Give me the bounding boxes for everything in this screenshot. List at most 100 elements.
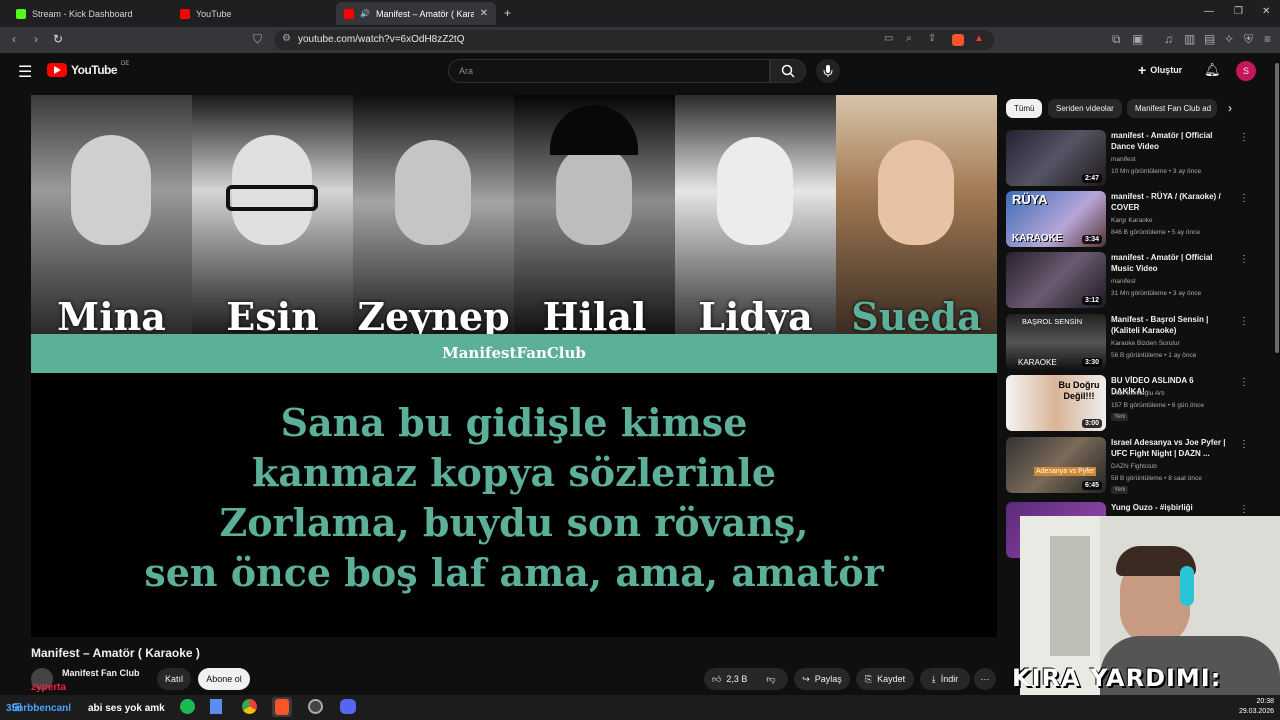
- search-input[interactable]: Ara: [448, 59, 770, 83]
- rec-title[interactable]: manifest - RÜYA / (Karaoke) / COVER: [1111, 191, 1229, 213]
- rec-stats: 31 Mn görüntüleme • 3 ay önce: [1111, 290, 1202, 297]
- bell-icon[interactable]: 🔔︎: [1204, 62, 1221, 78]
- rec-stats: 157 B görüntüleme • 6 gün önce: [1111, 402, 1204, 409]
- join-button[interactable]: Katıl: [157, 668, 191, 690]
- rec-title[interactable]: Manifest - Başrol Sensin | (Kaliteli Kar…: [1111, 314, 1229, 336]
- tab-kick-dashboard[interactable]: Stream - Kick Dashboard: [8, 2, 170, 25]
- rec-title[interactable]: manifest - Amatör | Official Music Video: [1111, 252, 1229, 274]
- brave-shield-icon[interactable]: [952, 34, 964, 46]
- chip-all[interactable]: Tümü: [1006, 99, 1043, 118]
- vpn-icon[interactable]: ▤: [1204, 32, 1215, 46]
- download-button[interactable]: ⤓ İndir: [920, 668, 970, 690]
- tab-manifest-video[interactable]: 🔊 Manifest – Amatör ( Karaoke ✕: [336, 2, 496, 25]
- rec-channel[interactable]: DAZN Fightclub: [1111, 462, 1157, 472]
- more-actions-button[interactable]: ⋯: [974, 668, 996, 690]
- extensions-icon[interactable]: ⧉: [1112, 32, 1121, 47]
- rec-title[interactable]: Yung Ouzo - #işbirliği: [1111, 502, 1229, 513]
- calculator-icon[interactable]: [210, 699, 222, 714]
- video-thumbnail[interactable]: 3:12: [1006, 252, 1106, 308]
- close-window-icon[interactable]: ✕: [1262, 6, 1270, 17]
- rec-channel[interactable]: manifest: [1111, 155, 1136, 165]
- browser-toolbar: ‹ › ↻ ⛉ ⚙ youtube.com/watch?v=6xOdH8zZ2t…: [0, 27, 1280, 53]
- video-thumbnail[interactable]: RÜYA KARAOKE 3:34: [1006, 191, 1106, 247]
- bookmark-page-icon[interactable]: ⛉: [253, 32, 262, 47]
- voice-search-button[interactable]: [816, 59, 840, 83]
- discord-icon[interactable]: [340, 699, 356, 714]
- spotify-icon[interactable]: [180, 699, 195, 714]
- maximize-icon[interactable]: ❐: [1234, 6, 1243, 17]
- face-shape: [717, 137, 793, 245]
- more-vert-icon[interactable]: ⋮: [1239, 254, 1249, 265]
- lyric-line: Zorlama, buydu son rövanş,: [219, 500, 809, 545]
- site-info-icon[interactable]: ⚙: [282, 33, 291, 44]
- youtube-play-icon: [47, 63, 67, 77]
- speaker-icon[interactable]: 🔊: [360, 9, 370, 18]
- new-tab-icon[interactable]: +: [504, 6, 511, 20]
- chip-fanclub[interactable]: Manifest Fan Club ad: [1127, 99, 1217, 118]
- rec-views: 31 Mn görüntüleme: [1111, 290, 1168, 297]
- clock-date[interactable]: 29.03.2026: [1230, 708, 1274, 715]
- more-vert-icon[interactable]: ⋮: [1239, 316, 1249, 327]
- avatar[interactable]: S: [1236, 61, 1256, 81]
- more-vert-icon[interactable]: ⋮: [1239, 504, 1249, 515]
- recommendation-item[interactable]: 3:12 manifest - Amatör | Official Music …: [1006, 252, 1274, 308]
- leo-icon[interactable]: ✧: [1224, 32, 1234, 46]
- zoom-icon[interactable]: ⌕: [906, 33, 912, 44]
- forward-icon[interactable]: ›: [34, 32, 38, 46]
- share-page-icon[interactable]: ⇪: [928, 33, 936, 44]
- video-thumbnail[interactable]: Adesanya vs Pyfer 6:45: [1006, 437, 1106, 493]
- page-scrollbar[interactable]: [1275, 63, 1279, 353]
- minimize-icon[interactable]: —: [1204, 6, 1214, 17]
- browser-menu-icon[interactable]: ≡: [1264, 32, 1271, 46]
- rec-channel[interactable]: Kargı Karaoke: [1111, 216, 1153, 226]
- save-button[interactable]: ⎘ Kaydet: [856, 668, 914, 690]
- recommendation-item[interactable]: Adesanya vs Pyfer 6:45 Israel Adesanya v…: [1006, 437, 1274, 494]
- wallet-icon[interactable]: ▣: [1132, 32, 1143, 46]
- rec-channel[interactable]: Karaoke Bizden Sorulur: [1111, 339, 1180, 349]
- tab-youtube[interactable]: YouTube: [172, 2, 334, 25]
- chrome-icon[interactable]: [242, 699, 257, 714]
- sidebar-icon[interactable]: ▥: [1184, 32, 1195, 46]
- share-button[interactable]: ↪ Paylaş: [794, 668, 850, 690]
- video-thumbnail[interactable]: BAŞROL SENSİN KARAOKE 3:30: [1006, 314, 1106, 370]
- create-button[interactable]: + Oluştur: [1138, 62, 1182, 78]
- obs-icon[interactable]: [308, 699, 323, 714]
- rec-channel[interactable]: Uras Benlioğlu Artı: [1111, 389, 1165, 399]
- recommendation-item[interactable]: RÜYA KARAOKE 3:34 manifest - RÜYA / (Kar…: [1006, 191, 1274, 247]
- dislike-icon[interactable]: 👎︎: [766, 674, 775, 685]
- recommendation-item[interactable]: BAŞROL SENSİN KARAOKE 3:30 Manifest - Ba…: [1006, 314, 1274, 370]
- recommendation-item[interactable]: 2:47 manifest - Amatör | Official Dance …: [1006, 130, 1274, 186]
- rec-channel[interactable]: manifest: [1111, 277, 1136, 287]
- search-button[interactable]: [770, 59, 806, 83]
- media-icon[interactable]: ♫: [1164, 32, 1173, 46]
- more-vert-icon[interactable]: ⋮: [1239, 132, 1249, 143]
- menu-icon[interactable]: ☰: [18, 62, 32, 82]
- cast-icon[interactable]: ▭: [884, 33, 893, 44]
- channel-name[interactable]: Manifest Fan Club: [62, 668, 140, 678]
- video-player[interactable]: Mina Esin Zeynep Hilal Lidya Sueda Manif…: [31, 95, 997, 637]
- rec-title[interactable]: manifest - Amatör | Official Dance Video: [1111, 130, 1229, 152]
- brave-rewards-icon[interactable]: ▲: [974, 33, 984, 44]
- back-icon[interactable]: ‹: [12, 32, 16, 46]
- youtube-logo[interactable]: YouTube DE: [47, 61, 129, 77]
- more-vert-icon[interactable]: ⋮: [1239, 439, 1249, 450]
- reload-icon[interactable]: ↻: [53, 32, 63, 46]
- subscribe-button[interactable]: Abone ol: [198, 668, 250, 690]
- like-count[interactable]: 2,3 B: [726, 674, 747, 684]
- more-vert-icon[interactable]: ⋮: [1239, 193, 1249, 204]
- chevron-right-icon[interactable]: ›: [1228, 101, 1232, 115]
- rec-title[interactable]: Israel Adesanya vs Joe Pyfer | UFC Fight…: [1111, 437, 1229, 459]
- brave-icon[interactable]: [275, 699, 289, 715]
- video-thumbnail[interactable]: Bu Doğru Değil!!! 3:00: [1006, 375, 1106, 431]
- shield-icon[interactable]: ⛨: [1244, 32, 1253, 47]
- like-icon[interactable]: 👍︎: [712, 674, 721, 685]
- chip-series[interactable]: Seriden videolar: [1048, 99, 1122, 118]
- address-bar[interactable]: ⚙ youtube.com/watch?v=6xOdH8zZ2tQ ▭ ⌕ ⇪ …: [274, 30, 994, 50]
- video-thumbnail[interactable]: 2:47: [1006, 130, 1106, 186]
- rec-age: 3 ay önce: [1172, 168, 1202, 175]
- clock-time[interactable]: 20:38: [1238, 698, 1274, 705]
- more-vert-icon[interactable]: ⋮: [1239, 377, 1249, 388]
- close-tab-icon[interactable]: ✕: [480, 8, 488, 19]
- recommendation-item[interactable]: Bu Doğru Değil!!! 3:00 BU VİDEO ASLINDA …: [1006, 375, 1274, 431]
- rec-stats: 10 Mn görüntüleme • 3 ay önce: [1111, 168, 1202, 175]
